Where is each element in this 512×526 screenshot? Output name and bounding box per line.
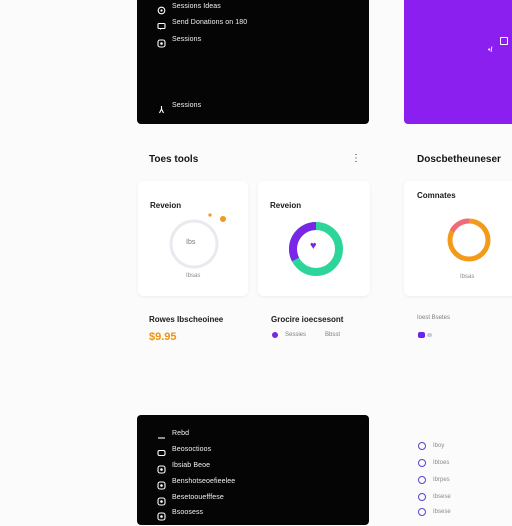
gear-icon xyxy=(157,35,166,48)
bottom-menu-item-label: Rebd xyxy=(172,429,190,437)
right-list-label: Ibrpes xyxy=(433,477,450,483)
toggle-track xyxy=(427,333,432,337)
bottom-menu-item-label: Bsoosess xyxy=(172,508,204,516)
bottom-menu-item-label: Ibsiab Beoe xyxy=(172,461,211,469)
legend-label: Bbsst xyxy=(325,332,341,338)
circle-icon xyxy=(418,442,426,450)
right-list-label: Ibtoes xyxy=(433,460,450,466)
section-title-right: Doscbetheuneser xyxy=(417,154,501,165)
legend-marker xyxy=(272,332,278,338)
circle-icon xyxy=(418,476,426,484)
stat-right-toggle[interactable] xyxy=(418,332,432,338)
stat-card-3[interactable]: Comnates Ibsas xyxy=(404,181,512,296)
stat-card-2[interactable]: Reveion ♥ xyxy=(258,181,370,296)
right-list-label: Iboy xyxy=(433,443,445,449)
bottom-menu-item-3[interactable]: Benshotseoefieelee xyxy=(157,475,236,490)
top-menu-item-label: Sessions xyxy=(172,35,202,43)
more-icon[interactable]: ⋮ xyxy=(351,153,361,164)
bottom-menu-item-4[interactable]: Besetoouefffese xyxy=(157,491,224,506)
right-list-item[interactable]: Ibsese xyxy=(418,492,451,502)
card-title: Comnates xyxy=(417,191,456,200)
promo-icon[interactable] xyxy=(500,37,508,45)
bottom-menu-item-5[interactable]: Bsoosess xyxy=(157,506,204,521)
promo-label: •/ xyxy=(488,47,493,54)
right-list-label: Ibsese xyxy=(433,509,451,515)
stat-middle-title: Grocire ioecsesont xyxy=(271,315,344,324)
stat-left-value: $9.95 xyxy=(149,331,177,343)
top-menu-item-label: Send Donations on 180 xyxy=(172,18,248,26)
card-caption: Ibsas xyxy=(186,273,201,279)
message-icon xyxy=(157,445,166,456)
top-menu-footer-item[interactable]: Sessions xyxy=(157,99,202,113)
donut-chart xyxy=(447,218,491,262)
progress-ring xyxy=(169,213,226,269)
stat-middle-legend: Sessies Bbsst xyxy=(272,332,340,338)
circle-icon xyxy=(418,493,426,501)
promo-panel: •/ xyxy=(404,0,512,124)
bottom-menu-item-label: Besetoouefffese xyxy=(172,493,224,501)
top-menu-panel: Sessions Ideas Send Donations on 180 Ses… xyxy=(137,0,369,124)
card-caption: Ibsas xyxy=(460,274,475,280)
bottom-menu-item-label: Beosoctioos xyxy=(172,445,212,453)
top-menu-footer-label: Sessions xyxy=(172,101,202,109)
bottom-menu-panel: Rebd Beosoctioos Ibsiab Beoe Benshotseoe… xyxy=(137,415,369,525)
top-menu-item-label: Sessions Ideas xyxy=(172,2,221,10)
top-menu-item-0[interactable]: Sessions Ideas xyxy=(157,0,221,14)
lamp-icon xyxy=(157,101,166,113)
gear-icon xyxy=(157,493,166,506)
bottom-menu-item-label: Benshotseoefieelee xyxy=(172,477,236,485)
gear-icon xyxy=(157,461,166,474)
card-title: Reveion xyxy=(150,201,182,210)
settings-icon xyxy=(157,2,166,14)
heart-icon: ♥ xyxy=(310,240,317,252)
ring-center-label: Ibs xyxy=(186,239,196,246)
gear-icon xyxy=(157,508,166,521)
right-list-label: Ibsese xyxy=(433,494,451,500)
message-icon xyxy=(157,18,166,30)
stat-card-1[interactable]: Reveion Ibs Ibsas xyxy=(138,181,248,296)
legend-label: Sessies xyxy=(285,332,307,338)
top-menu-item-2[interactable]: Sessions xyxy=(157,33,202,48)
right-list-item[interactable]: Ibsese xyxy=(418,507,451,517)
right-list-item[interactable]: Ibtoes xyxy=(418,458,449,468)
bottom-menu-item-2[interactable]: Ibsiab Beoe xyxy=(157,459,211,474)
gear-icon xyxy=(157,477,166,490)
circle-icon xyxy=(418,459,426,467)
top-menu-item-1[interactable]: Send Donations on 180 xyxy=(157,16,248,30)
circle-icon xyxy=(418,508,426,516)
toggle-knob xyxy=(418,332,425,338)
minus-icon xyxy=(157,429,166,439)
right-list-item[interactable]: Iboy xyxy=(418,441,444,451)
right-list: Iboy Ibtoes Ibrpes Ibsese Ibsese xyxy=(418,441,508,516)
card-title: Reveion xyxy=(270,201,302,210)
bottom-menu-item-1[interactable]: Beosoctioos xyxy=(157,443,212,456)
bottom-menu-item-0[interactable]: Rebd xyxy=(157,427,189,439)
section-title-tools: Toes tools xyxy=(149,154,199,165)
ring-dot xyxy=(220,216,226,222)
stat-right-title: Ioest Bsetes xyxy=(417,315,451,321)
ring-dot-small xyxy=(208,213,212,217)
right-list-item[interactable]: Ibrpes xyxy=(418,475,450,485)
stat-left-title: Rowes Ibscheoinee xyxy=(149,315,224,324)
